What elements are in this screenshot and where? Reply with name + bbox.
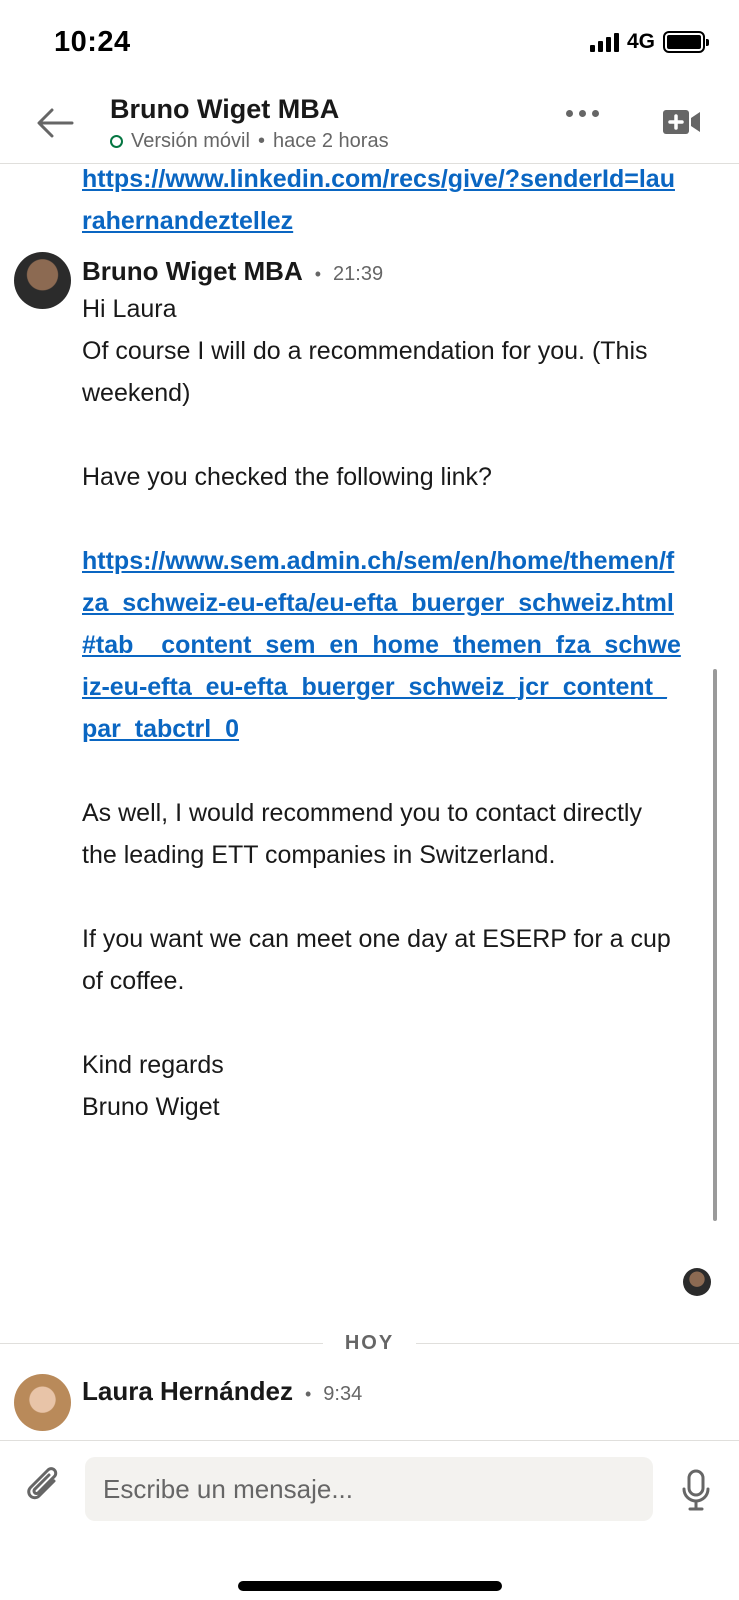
meta-separator: • xyxy=(314,264,322,284)
home-indicator xyxy=(238,1581,502,1591)
meta-separator: • xyxy=(304,1384,312,1404)
day-divider-label: HOY xyxy=(344,1332,395,1354)
attach-button[interactable] xyxy=(24,1465,64,1509)
status-indicators: 4G xyxy=(589,30,709,54)
back-button[interactable] xyxy=(32,100,78,146)
message-header: Bruno Wiget MBA • 21:39 xyxy=(82,256,383,287)
message-line: Bruno Wiget xyxy=(82,1093,220,1121)
status-time: 10:24 xyxy=(54,26,131,58)
message-header: Laura Hernández • 9:34 xyxy=(82,1376,362,1407)
message-time: 21:39 xyxy=(333,263,384,285)
avatar[interactable] xyxy=(14,252,71,309)
message-line: As well, I would recommend you to contac… xyxy=(82,799,642,869)
online-status-icon xyxy=(110,135,123,148)
conversation-header: Bruno Wiget MBA Versión móvil • hace 2 h… xyxy=(0,88,739,164)
message-line xyxy=(82,1002,682,1044)
back-arrow-icon xyxy=(37,108,74,138)
message-line: Kind regards xyxy=(82,1051,224,1079)
day-divider: HOY xyxy=(0,1332,739,1355)
avatar[interactable] xyxy=(14,1374,71,1431)
voice-message-button[interactable] xyxy=(682,1469,710,1511)
message-line: Of course I will do a recommendation for… xyxy=(82,337,648,407)
presence-label: Versión móvil xyxy=(131,130,250,152)
message-line: If you want we can meet one day at ESERP… xyxy=(82,925,671,995)
message-thread[interactable]: https://www.linkedin.com/recs/give/?send… xyxy=(0,164,739,1440)
message-line xyxy=(82,750,682,792)
message-line xyxy=(82,876,682,918)
status-bar: 10:24 4G xyxy=(0,0,739,88)
sender-name[interactable]: Bruno Wiget MBA xyxy=(82,256,303,287)
video-call-icon xyxy=(663,110,700,134)
message-line xyxy=(82,498,682,540)
scrollbar[interactable] xyxy=(713,669,717,1221)
paperclip-icon xyxy=(27,1467,58,1500)
battery-icon xyxy=(663,31,709,53)
sender-name[interactable]: Laura Hernández xyxy=(82,1376,293,1407)
contact-name[interactable]: Bruno Wiget MBA xyxy=(110,94,339,125)
video-call-button[interactable] xyxy=(662,106,702,138)
message-line: Have you checked the following link? xyxy=(82,463,492,491)
message-composer xyxy=(0,1440,739,1600)
microphone-icon xyxy=(682,1469,710,1511)
presence-status: Versión móvil • hace 2 horas xyxy=(110,130,389,153)
signal-bars-icon xyxy=(589,32,619,52)
message-time: 9:34 xyxy=(323,1383,363,1405)
message-body: Hi Laura Of course I will do a recommend… xyxy=(82,288,682,1128)
message-link[interactable]: https://www.sem.admin.ch/sem/en/home/the… xyxy=(82,540,682,750)
network-type: 4G xyxy=(626,30,655,53)
message-line xyxy=(82,414,682,456)
previous-message-link[interactable]: https://www.linkedin.com/recs/give/?send… xyxy=(82,164,682,242)
message-input[interactable] xyxy=(85,1457,653,1521)
read-receipt-avatar xyxy=(683,1268,711,1296)
presence-separator: • xyxy=(257,130,265,152)
last-seen: hace 2 horas xyxy=(272,130,389,152)
more-icon[interactable] xyxy=(566,110,599,117)
message-line: Hi Laura xyxy=(82,295,177,323)
